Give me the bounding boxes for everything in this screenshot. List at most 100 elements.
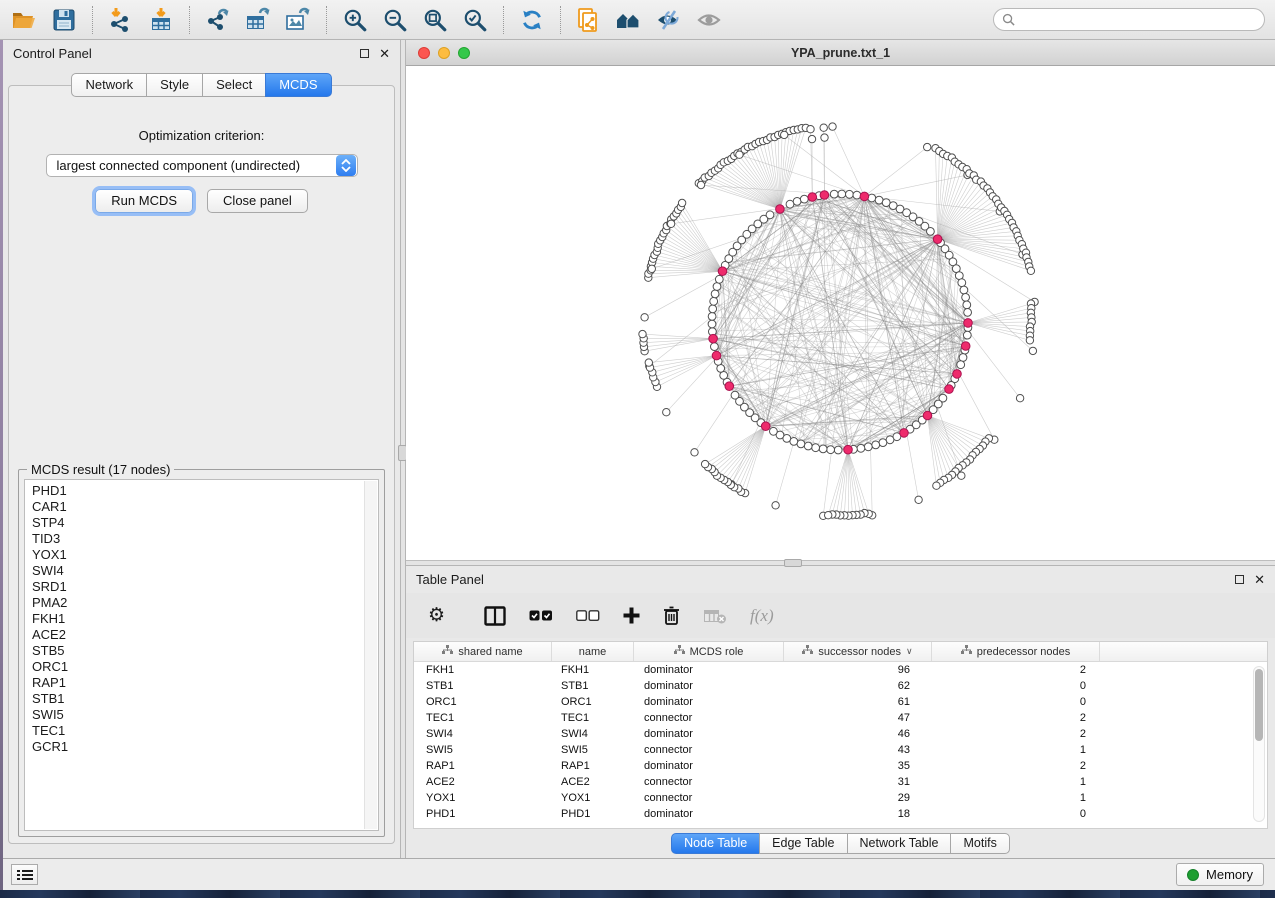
table-row[interactable]: ACE2ACE2connector311: [414, 774, 1267, 790]
table-cell[interactable]: dominator: [634, 760, 784, 772]
column-header-MCDS-role[interactable]: MCDS role: [634, 642, 784, 661]
table-cell[interactable]: FKH1: [414, 664, 552, 676]
save-session-icon[interactable]: [50, 6, 78, 34]
graph-node[interactable]: [1029, 347, 1036, 354]
column-header-name[interactable]: name: [552, 642, 634, 661]
graph-node[interactable]: [829, 123, 836, 130]
graph-node[interactable]: [766, 211, 774, 219]
zoom-fit-icon[interactable]: [421, 6, 449, 34]
graph-node[interactable]: [853, 191, 861, 199]
table-cell[interactable]: dominator: [634, 696, 784, 708]
table-cell[interactable]: 18: [784, 808, 932, 820]
tab-mcds[interactable]: MCDS: [265, 73, 331, 97]
table-cell[interactable]: RAP1: [552, 760, 634, 772]
mcds-result-item[interactable]: TID3: [32, 531, 378, 547]
graph-node[interactable]: [709, 305, 717, 313]
graph-node[interactable]: [964, 309, 972, 317]
run-mcds-button[interactable]: Run MCDS: [95, 189, 193, 213]
memory-button[interactable]: Memory: [1176, 863, 1264, 886]
graph-node[interactable]: [736, 151, 743, 158]
export-image-icon[interactable]: [284, 6, 312, 34]
graph-node-mcds[interactable]: [776, 205, 785, 214]
table-cell[interactable]: 1: [932, 792, 1100, 804]
table-cell[interactable]: connector: [634, 744, 784, 756]
graph-node[interactable]: [697, 181, 704, 188]
scrollbar-thumb[interactable]: [1255, 669, 1263, 741]
table-cell[interactable]: 47: [784, 712, 932, 724]
show-panels-button[interactable]: [11, 864, 38, 885]
unselect-all-columns-icon[interactable]: [576, 610, 600, 622]
close-panel-button[interactable]: Close panel: [207, 189, 308, 213]
graph-node[interactable]: [701, 460, 708, 467]
open-file-icon[interactable]: [10, 6, 38, 34]
mcds-result-item[interactable]: PHD1: [32, 483, 378, 499]
mcds-result-item[interactable]: FKH1: [32, 611, 378, 627]
table-cell[interactable]: YOX1: [552, 792, 634, 804]
table-cell[interactable]: 0: [932, 808, 1100, 820]
table-cell[interactable]: connector: [634, 792, 784, 804]
table-cell[interactable]: 43: [784, 744, 932, 756]
graph-node[interactable]: [715, 275, 723, 283]
table-cell[interactable]: TEC1: [414, 712, 552, 724]
graph-node-mcds[interactable]: [844, 445, 853, 454]
table-row[interactable]: FKH1FKH1dominator962: [414, 662, 1267, 678]
table-row[interactable]: SWI5SWI5connector431: [414, 742, 1267, 758]
zoom-in-icon[interactable]: [341, 6, 369, 34]
table-cell[interactable]: 2: [932, 728, 1100, 740]
table-cell[interactable]: SWI4: [552, 728, 634, 740]
table-cell[interactable]: SWI5: [414, 744, 552, 756]
table-cell[interactable]: 31: [784, 776, 932, 788]
graph-node[interactable]: [933, 482, 940, 489]
graph-node[interactable]: [834, 446, 842, 454]
table-cell[interactable]: 2: [932, 664, 1100, 676]
graph-node-mcds[interactable]: [945, 385, 954, 394]
graph-node[interactable]: [807, 126, 814, 133]
network-canvas[interactable]: [406, 66, 1275, 560]
graph-node[interactable]: [963, 331, 971, 339]
table-cell[interactable]: 0: [932, 680, 1100, 692]
table-row[interactable]: YOX1YOX1connector291: [414, 790, 1267, 806]
graph-node[interactable]: [879, 439, 887, 447]
refresh-icon[interactable]: [518, 6, 546, 34]
table-row[interactable]: PHD1PHD1dominator180: [414, 806, 1267, 822]
graph-node-mcds[interactable]: [709, 334, 718, 343]
graph-node-mcds[interactable]: [923, 411, 932, 420]
graph-node[interactable]: [825, 512, 832, 519]
table-row[interactable]: TEC1TEC1connector472: [414, 710, 1267, 726]
table-cell[interactable]: SWI4: [414, 728, 552, 740]
graph-node-mcds[interactable]: [933, 235, 942, 244]
mcds-result-item[interactable]: PMA2: [32, 595, 378, 611]
close-panel-icon[interactable]: ✕: [379, 47, 390, 60]
graph-node[interactable]: [711, 290, 719, 298]
graph-node[interactable]: [770, 427, 778, 435]
clone-network-icon[interactable]: [575, 6, 603, 34]
graph-node[interactable]: [1016, 395, 1023, 402]
tab-node-table[interactable]: Node Table: [671, 833, 760, 854]
graph-node[interactable]: [808, 135, 815, 142]
network-home-icon[interactable]: [615, 6, 643, 34]
zoom-selected-icon[interactable]: [461, 6, 489, 34]
graph-node[interactable]: [711, 343, 719, 351]
table-cell[interactable]: 46: [784, 728, 932, 740]
graph-node[interactable]: [713, 283, 721, 291]
mcds-result-item[interactable]: CAR1: [32, 499, 378, 515]
show-all-icon[interactable]: [695, 6, 723, 34]
graph-node[interactable]: [846, 190, 854, 198]
graph-node[interactable]: [927, 228, 935, 236]
table-row[interactable]: ORC1ORC1dominator610: [414, 694, 1267, 710]
graph-node[interactable]: [868, 194, 876, 202]
graph-node-mcds[interactable]: [964, 319, 973, 328]
table-cell[interactable]: YOX1: [414, 792, 552, 804]
hide-selected-icon[interactable]: [655, 6, 683, 34]
graph-node[interactable]: [772, 502, 779, 509]
graph-node[interactable]: [827, 446, 835, 454]
graph-node[interactable]: [820, 124, 827, 131]
graph-node-mcds[interactable]: [860, 192, 869, 201]
column-header-successor-nodes[interactable]: successor nodes∨: [784, 642, 932, 661]
table-cell[interactable]: connector: [634, 776, 784, 788]
zoom-out-icon[interactable]: [381, 6, 409, 34]
mcds-result-item[interactable]: STB1: [32, 691, 378, 707]
graph-node-mcds[interactable]: [808, 193, 817, 202]
graph-node[interactable]: [915, 496, 922, 503]
graph-node[interactable]: [924, 143, 931, 150]
